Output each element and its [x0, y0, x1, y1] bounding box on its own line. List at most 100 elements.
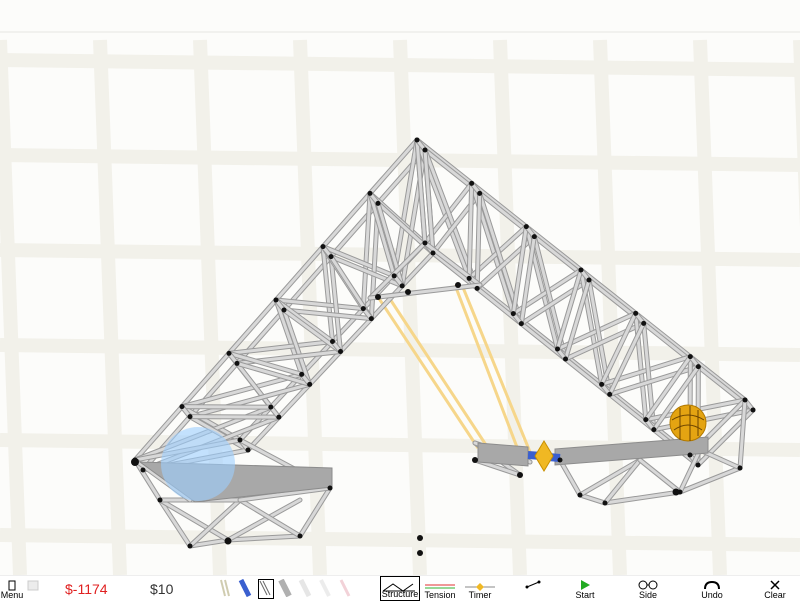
- node: [511, 311, 516, 316]
- material-palette: [218, 576, 358, 601]
- node: [607, 392, 612, 397]
- node: [641, 321, 646, 326]
- glasses-icon: [630, 578, 666, 590]
- node: [599, 382, 604, 387]
- node: [696, 463, 701, 468]
- node: [469, 181, 474, 186]
- side-view-button[interactable]: Side: [630, 576, 666, 601]
- node: [276, 415, 281, 420]
- node: [329, 254, 334, 259]
- node: [400, 283, 405, 288]
- node: [477, 191, 482, 196]
- node: [376, 201, 381, 206]
- side-label: Side: [630, 590, 666, 600]
- node: [524, 224, 529, 229]
- node: [330, 339, 335, 344]
- node: [369, 316, 374, 321]
- node: [563, 357, 568, 362]
- tension-view-button[interactable]: Tension: [422, 576, 458, 601]
- node: [158, 498, 163, 503]
- node: [643, 417, 648, 422]
- anchor-node[interactable]: [417, 535, 423, 541]
- beam: [182, 407, 271, 408]
- cable: [378, 297, 478, 448]
- node: [328, 486, 333, 491]
- rope-tool[interactable]: [298, 579, 312, 597]
- node: [298, 534, 303, 539]
- hydraulic-tool[interactable]: [238, 579, 252, 597]
- structure-label: Structure: [381, 589, 419, 599]
- road-tool[interactable]: [278, 579, 292, 597]
- wood-beam-tool[interactable]: [218, 579, 232, 597]
- node: [246, 448, 251, 453]
- anchor-node[interactable]: [417, 550, 423, 556]
- timer-label: Timer: [462, 590, 498, 600]
- node: [431, 251, 436, 256]
- node: [603, 501, 608, 506]
- light-road-tool[interactable]: [318, 579, 332, 597]
- undo-label: Undo: [696, 590, 728, 600]
- structure-view-button[interactable]: Structure: [380, 576, 420, 601]
- start-label: Start: [570, 590, 600, 600]
- cost-display: $-1174: [65, 579, 108, 599]
- node: [274, 298, 279, 303]
- node: [751, 408, 756, 413]
- node: [651, 427, 656, 432]
- road-deck: [478, 443, 528, 466]
- close-icon: [760, 578, 790, 590]
- tension-label: Tension: [422, 590, 458, 600]
- node: [338, 349, 343, 354]
- menu-button[interactable]: Menu: [0, 576, 24, 601]
- node: [238, 438, 243, 443]
- node: [423, 148, 428, 153]
- joint-icon: [520, 578, 546, 590]
- start-button[interactable]: Start: [570, 576, 600, 601]
- clear-button[interactable]: Clear: [760, 576, 790, 601]
- node: [578, 493, 583, 498]
- node: [392, 273, 397, 278]
- node: [282, 308, 287, 313]
- node: [519, 321, 524, 326]
- bottom-toolbar: Menu $-1174 $10 Structure Te: [0, 575, 800, 601]
- clear-label: Clear: [760, 590, 790, 600]
- save-slot-icon[interactable]: [24, 576, 42, 601]
- node: [688, 453, 693, 458]
- timer-button[interactable]: Timer: [462, 576, 498, 601]
- grid-line: [100, 40, 120, 575]
- node: [307, 382, 312, 387]
- node: [225, 538, 232, 545]
- bridge-scene[interactable]: [0, 0, 800, 575]
- grid-line: [0, 535, 800, 545]
- node: [532, 234, 537, 239]
- budget-display: $10: [150, 579, 173, 599]
- spring-tool[interactable]: [338, 579, 352, 597]
- grid-line: [0, 40, 20, 575]
- node: [268, 405, 273, 410]
- cable: [388, 296, 488, 448]
- menu-icon: [0, 578, 24, 590]
- node: [321, 244, 326, 249]
- node: [375, 294, 381, 300]
- joint-tool-button[interactable]: [520, 576, 546, 601]
- selection-circle: [161, 427, 235, 501]
- node: [423, 241, 428, 246]
- background-grid: [0, 40, 800, 575]
- build-viewport[interactable]: [0, 0, 800, 575]
- beam: [560, 460, 580, 495]
- undo-icon: [696, 578, 728, 590]
- undo-button[interactable]: Undo: [696, 576, 728, 601]
- node: [467, 276, 472, 281]
- node: [587, 278, 592, 283]
- node: [517, 472, 523, 478]
- node: [555, 347, 560, 352]
- ball-vehicle: [670, 405, 706, 441]
- node: [579, 268, 584, 273]
- node: [472, 457, 478, 463]
- node: [688, 354, 693, 359]
- beam: [580, 495, 605, 503]
- tension-icon: [422, 578, 458, 590]
- grid-line: [400, 40, 420, 575]
- grid-line: [700, 40, 720, 575]
- node: [299, 372, 304, 377]
- steel-beam-tool[interactable]: [258, 579, 274, 599]
